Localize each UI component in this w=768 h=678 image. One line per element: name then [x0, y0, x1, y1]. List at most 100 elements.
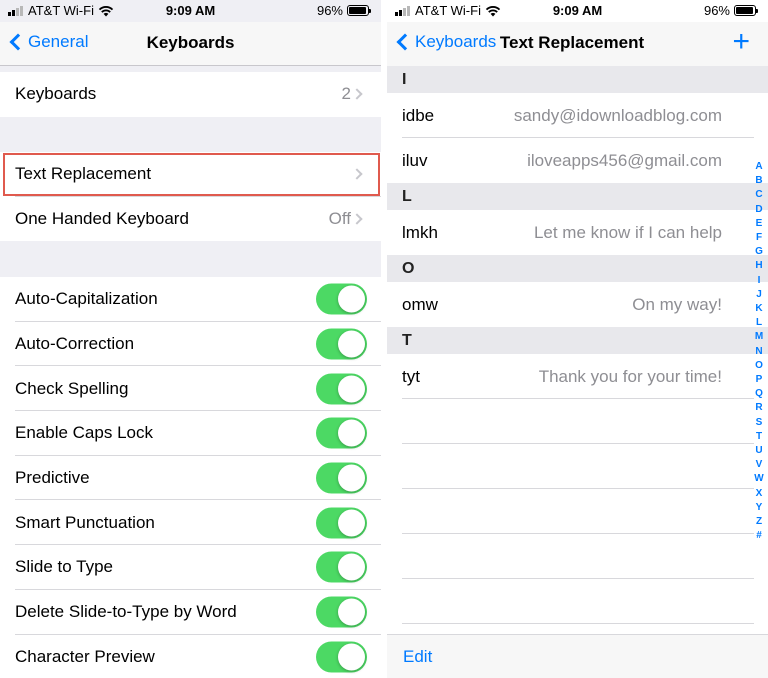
- bottom-toolbar: Edit: [387, 634, 768, 678]
- index-letter[interactable]: C: [755, 188, 762, 202]
- toggle-knob: [338, 643, 365, 671]
- index-letter[interactable]: W: [754, 472, 763, 486]
- index-letter[interactable]: D: [755, 203, 762, 217]
- replacement-row[interactable]: tyt Thank you for your time!: [387, 354, 768, 399]
- keyboards-settings-screen: AT&T Wi-Fi 9:09 AM 96% General Keyboards…: [0, 0, 381, 678]
- empty-row-separator: [402, 578, 754, 579]
- index-letter[interactable]: U: [755, 444, 762, 458]
- toggle-switch[interactable]: [316, 641, 367, 673]
- toggle-knob: [338, 509, 365, 537]
- add-button[interactable]: +: [732, 27, 750, 57]
- section-index[interactable]: A B C D E F G H I J K L M N O P Q R S T U V W X Y Z #: [753, 160, 765, 543]
- index-letter[interactable]: A: [755, 160, 762, 174]
- keyboards-group: Keyboards 2: [0, 72, 381, 117]
- empty-row-separator: [402, 623, 754, 624]
- toggle-switch[interactable]: [316, 462, 367, 494]
- toggle-row: Check Spelling: [0, 366, 381, 412]
- shortcut-text: omw: [402, 294, 438, 314]
- index-letter[interactable]: J: [756, 288, 762, 302]
- navigation-bar: Keyboards Text Replacement +: [387, 22, 768, 66]
- toggle-label: Check Spelling: [15, 378, 129, 398]
- empty-row-separator: [402, 533, 754, 534]
- shortcut-text: lmkh: [402, 222, 438, 242]
- toggle-switch[interactable]: [316, 283, 367, 315]
- index-letter[interactable]: Z: [756, 515, 762, 529]
- phrase-text: sandy@idownloadblog.com: [513, 105, 722, 125]
- index-letter[interactable]: B: [755, 174, 762, 188]
- index-letter[interactable]: L: [756, 316, 762, 330]
- navigation-bar: General Keyboards: [0, 22, 381, 66]
- index-letter[interactable]: H: [755, 259, 762, 273]
- keyboards-count: 2: [341, 84, 351, 104]
- chevron-right-icon: [351, 168, 363, 181]
- keyboards-label: Keyboards: [15, 84, 97, 104]
- phrase-text: iloveapps456@gmail.com: [527, 150, 722, 170]
- battery-percent: 96%: [703, 3, 730, 18]
- toggle-switch[interactable]: [316, 596, 367, 628]
- toggle-row: Predictive: [0, 456, 381, 501]
- index-letter[interactable]: P: [756, 373, 763, 387]
- index-letter[interactable]: F: [756, 231, 762, 245]
- replacement-row[interactable]: iluv iloveapps456@gmail.com: [387, 138, 768, 183]
- page-title: Text Replacement: [499, 33, 645, 52]
- index-letter[interactable]: S: [756, 416, 763, 430]
- section-header: T: [387, 327, 768, 354]
- status-bar: AT&T Wi-Fi 9:09 AM 96%: [387, 0, 768, 22]
- shortcut-text: tyt: [402, 366, 420, 386]
- toggle-knob: [338, 598, 365, 626]
- index-letter[interactable]: Q: [755, 387, 763, 401]
- text-replacement-label: Text Replacement: [15, 164, 152, 184]
- shortcut-text: idbe: [402, 105, 435, 125]
- index-letter[interactable]: Y: [756, 501, 763, 515]
- index-letter[interactable]: T: [756, 430, 762, 444]
- text-replacement-row[interactable]: Text Replacement: [0, 152, 381, 197]
- index-letter[interactable]: X: [756, 487, 763, 501]
- toggle-switch[interactable]: [316, 328, 367, 360]
- edit-button[interactable]: Edit: [403, 647, 432, 667]
- toggle-row: Delete Slide-to-Type by Word: [0, 590, 381, 635]
- index-letter[interactable]: R: [755, 401, 762, 415]
- chevron-left-icon: [396, 33, 414, 51]
- toggle-knob: [338, 553, 365, 581]
- index-letter[interactable]: E: [756, 217, 763, 231]
- index-letter[interactable]: K: [755, 302, 762, 316]
- toggle-row: Auto-Capitalization: [0, 277, 381, 322]
- toggle-knob: [338, 375, 365, 403]
- toggle-knob: [338, 464, 365, 492]
- toggle-row: Slide to Type: [0, 545, 381, 590]
- section-header: I: [387, 66, 768, 93]
- replacement-row[interactable]: lmkh Let me know if I can help: [387, 210, 768, 255]
- battery-icon: [734, 5, 758, 16]
- toggle-label: Auto-Capitalization: [15, 289, 158, 309]
- index-letter[interactable]: I: [758, 274, 761, 288]
- shortcut-text: iluv: [402, 150, 428, 170]
- one-handed-keyboard-row[interactable]: One Handed Keyboard Off: [0, 197, 381, 242]
- phrase-text: Thank you for your time!: [538, 366, 722, 386]
- index-letter[interactable]: N: [755, 345, 762, 359]
- keyboards-row[interactable]: Keyboards 2: [0, 72, 381, 117]
- empty-row-separator: [402, 443, 754, 444]
- toggle-label: Auto-Correction: [15, 334, 135, 354]
- toggle-switch[interactable]: [316, 417, 367, 449]
- toggle-switch[interactable]: [316, 507, 367, 539]
- index-letter[interactable]: M: [755, 330, 763, 344]
- battery-percent: 96%: [316, 3, 343, 18]
- index-letter[interactable]: G: [755, 245, 763, 259]
- index-letter[interactable]: O: [755, 359, 763, 373]
- chevron-right-icon: [351, 213, 363, 225]
- toggle-switch[interactable]: [316, 373, 367, 405]
- replacement-row[interactable]: omw On my way!: [387, 282, 768, 327]
- index-letter[interactable]: #: [756, 529, 762, 543]
- toggle-switch[interactable]: [316, 551, 367, 583]
- one-handed-value: Off: [328, 209, 351, 229]
- toggle-row: Smart Punctuation: [0, 500, 381, 546]
- section-header: O: [387, 255, 768, 282]
- index-letter[interactable]: V: [756, 458, 763, 472]
- toggle-label: Enable Caps Lock: [15, 423, 153, 443]
- replacement-row[interactable]: idbe sandy@idownloadblog.com: [387, 93, 768, 138]
- phrase-text: Let me know if I can help: [533, 222, 722, 242]
- battery-icon: [347, 5, 371, 16]
- toggle-knob: [338, 419, 365, 447]
- phrase-text: On my way!: [632, 294, 722, 314]
- toggle-label: Smart Punctuation: [15, 512, 155, 532]
